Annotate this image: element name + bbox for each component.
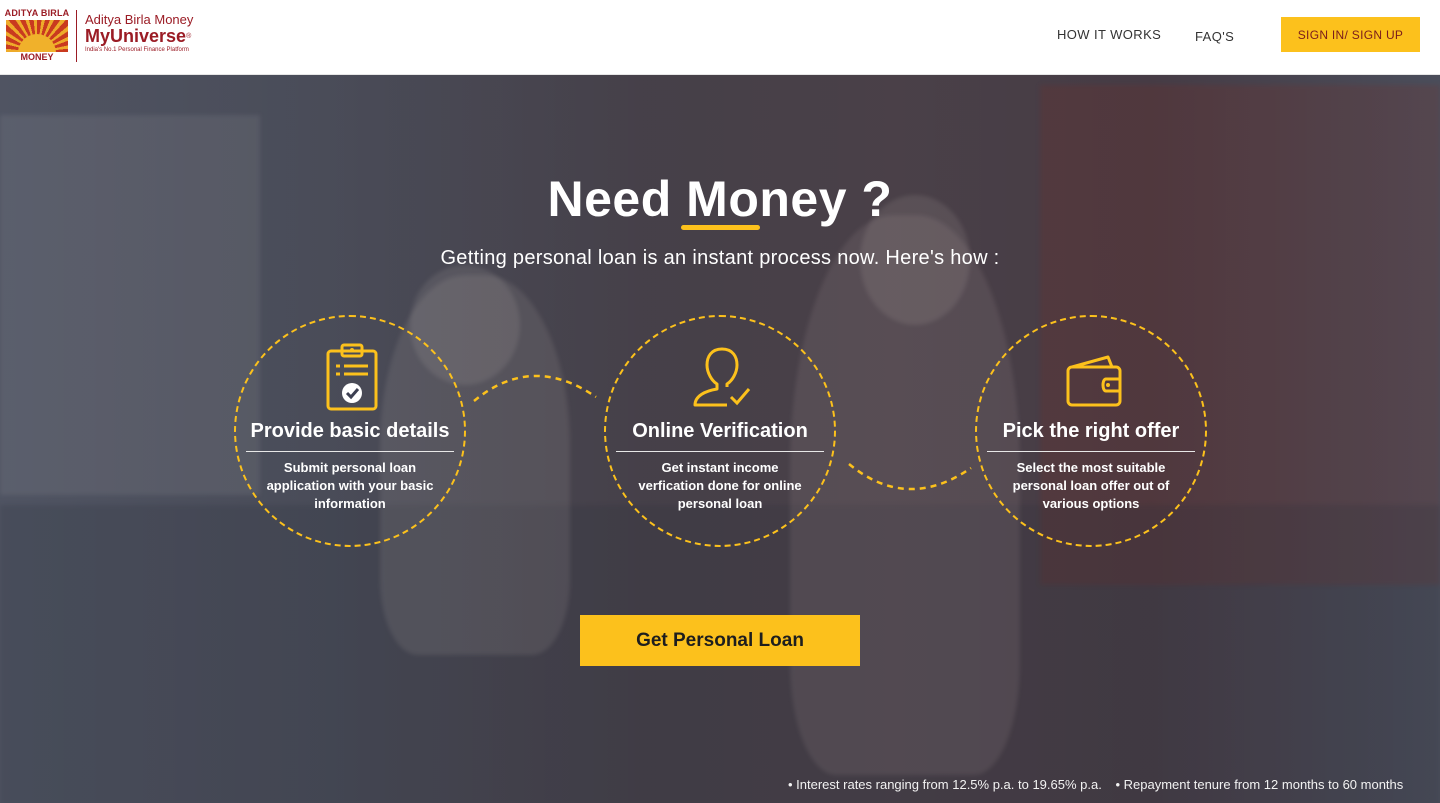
hero-section: Need Money ? Getting personal loan is an…: [0, 75, 1440, 803]
loan-terms-footnotes: • Interest rates ranging from 12.5% p.a.…: [788, 777, 1428, 792]
clipboard-check-icon: [326, 343, 378, 411]
step-connector-1: [473, 374, 597, 402]
step-description: Get instant income verfication done for …: [638, 460, 802, 511]
get-personal-loan-button[interactable]: Get Personal Loan: [580, 615, 860, 666]
nav-faqs[interactable]: FAQ'S: [1195, 29, 1234, 44]
step-description: Submit personal loan application with yo…: [266, 460, 434, 511]
aditya-birla-badge: ADITYA BIRLA MONEY: [4, 8, 70, 62]
brand-tagline: India's No.1 Personal Finance Platform: [85, 47, 189, 53]
step-divider: [246, 451, 454, 452]
step-description: Select the most suitable personal loan o…: [1012, 460, 1170, 511]
step-divider: [616, 451, 824, 452]
step-pick-offer: Pick the right offer Select the most sui…: [975, 315, 1207, 547]
step-connector-2: [848, 463, 972, 491]
badge-bottom-text: MONEY: [20, 52, 54, 62]
trademark-symbol: ®: [186, 33, 192, 40]
step-title: Provide basic details: [250, 420, 450, 442]
page-subtitle: Getting personal loan is an instant proc…: [440, 247, 1000, 269]
step-provide-details: Provide basic details Submit personal lo…: [234, 315, 466, 547]
nav-how-it-works[interactable]: HOW IT WORKS: [1057, 27, 1161, 42]
brand-name: MyUniverse: [85, 26, 187, 46]
signin-signup-button[interactable]: SIGN IN/ SIGN UP: [1281, 17, 1420, 52]
page-title: Need Money ?: [547, 171, 893, 227]
title-underline: [681, 225, 760, 230]
step-title: Online Verification: [632, 420, 808, 442]
interest-rate-note: • Interest rates ranging from 12.5% p.a.…: [788, 777, 1102, 792]
brand-logo[interactable]: ADITYA BIRLA MONEY Aditya Birla Money My…: [4, 8, 193, 62]
brand-line1: Aditya Birla Money: [85, 12, 194, 27]
logo-wordmark: Aditya Birla Money MyUniverse® India's N…: [85, 8, 193, 55]
repayment-tenure-note: • Repayment tenure from 12 months to 60 …: [1115, 777, 1404, 792]
user-check-icon: [693, 347, 751, 407]
wallet-icon: [1066, 355, 1122, 407]
step-divider: [987, 451, 1195, 452]
brand-line2: MyUniverse®: [85, 27, 193, 46]
site-header: ADITYA BIRLA MONEY Aditya Birla Money My…: [0, 0, 1440, 75]
logo-divider: [76, 10, 77, 62]
rising-sun-icon: [6, 20, 68, 52]
step-title: Pick the right offer: [1002, 420, 1180, 442]
step-online-verification: Online Verification Get instant income v…: [604, 315, 836, 547]
badge-top-text: ADITYA BIRLA: [4, 8, 70, 18]
